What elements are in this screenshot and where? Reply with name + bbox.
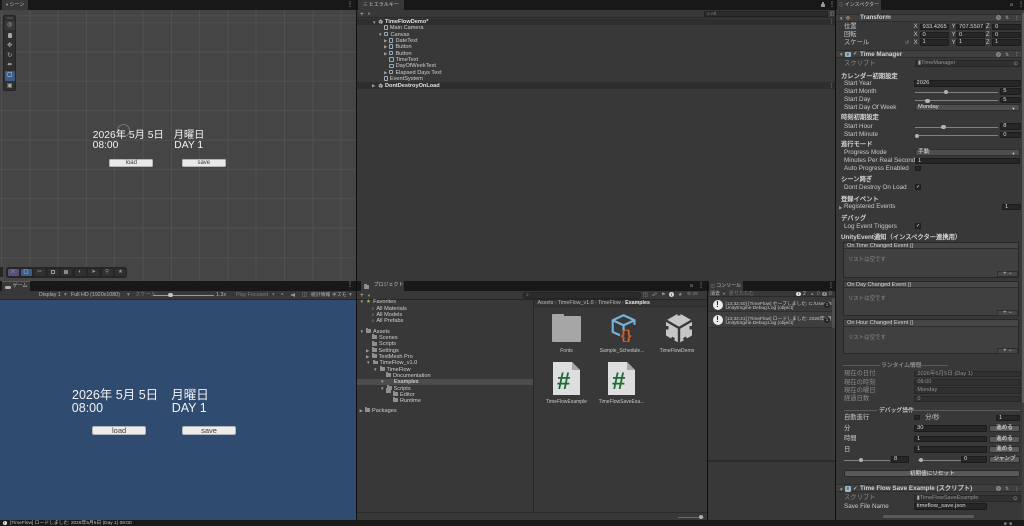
svg-text:#: # [557,368,570,395]
svg-text:#: # [612,368,625,395]
svg-text:{}: {} [621,327,632,342]
